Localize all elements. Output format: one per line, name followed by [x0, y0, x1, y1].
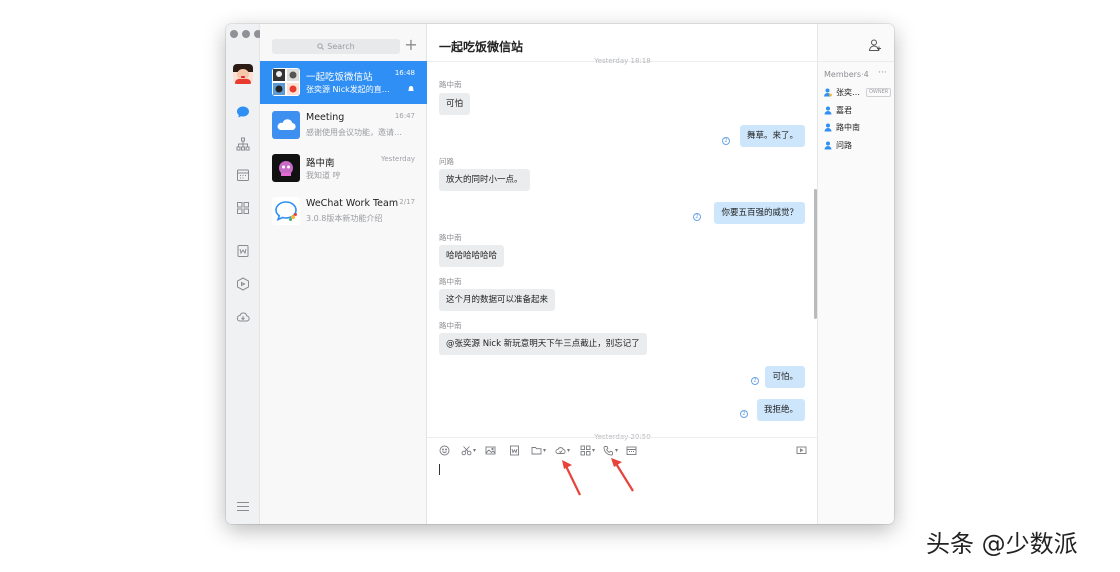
search-placeholder: Search	[327, 42, 355, 51]
meeting-avatar	[272, 111, 300, 139]
user-avatar[interactable]	[233, 64, 253, 84]
conversation-time: 2/17	[399, 198, 415, 206]
read-count-icon[interactable]: 2	[740, 410, 748, 418]
apps-icon[interactable]: ▾	[580, 444, 595, 456]
cloud-drive-icon[interactable]	[235, 309, 251, 325]
conversation-item[interactable]: WeChat Work Team 2/17 3.0.8版本新功能介绍	[260, 190, 427, 233]
person-icon	[824, 106, 832, 114]
members-more-button[interactable]: ···	[878, 68, 887, 78]
chat-panel: 一起吃饭微信站 Yesterday 18:18 路中南 可怕 2 舞草。来了。 …	[427, 24, 818, 524]
day-separator: Yesterday 18:18	[594, 57, 651, 65]
message-bubble-incoming[interactable]: 可怕	[439, 93, 471, 115]
conversation-item[interactable]: Meeting 16:47 感谢使用会议功能，邀请…	[260, 104, 427, 147]
message-bubble-outgoing[interactable]: 舞草。来了。	[739, 125, 805, 147]
apps-grid-icon[interactable]	[235, 200, 251, 216]
message-sender: 路中南	[439, 277, 462, 286]
member-item[interactable]: 嘉君	[824, 104, 852, 116]
message-sender: 路中南	[439, 80, 462, 89]
annotation-arrow-icon	[562, 460, 581, 496]
contact-avatar	[272, 154, 300, 182]
app-window: Search + 一起吃饭微信站 16:48 张奕源 Nick发起的直… Mee…	[226, 24, 894, 524]
owner-person-icon	[824, 88, 832, 96]
message-sender: 路中南	[439, 233, 462, 242]
conversation-name: Meeting	[306, 112, 345, 123]
chat-scrollbar[interactable]	[814, 189, 817, 319]
message-bubble-outgoing[interactable]: 我拒绝。	[756, 399, 805, 421]
member-name: 嘉君	[836, 105, 852, 115]
conversation-time: Yesterday	[381, 155, 415, 163]
conversation-item[interactable]: 一起吃饭微信站 16:48 张奕源 Nick发起的直…	[260, 61, 427, 104]
message-bubble-incoming[interactable]: @张奕源 Nick 新玩意明天下午三点截止，别忘记了	[439, 333, 647, 355]
screen-share-icon[interactable]	[796, 444, 807, 456]
read-count-icon[interactable]: 2	[693, 213, 701, 221]
message-bubble-incoming[interactable]: 哈哈哈哈哈哈	[439, 245, 505, 267]
header-divider	[818, 61, 894, 62]
message-bubble-incoming[interactable]: 这个月的数据可以准备起来	[439, 289, 556, 311]
read-count-icon[interactable]: 2	[751, 377, 759, 385]
add-member-icon[interactable]	[868, 38, 882, 52]
owner-badge: OWNER	[866, 87, 892, 97]
conversation-name: 路中南	[306, 158, 335, 169]
window-controls	[230, 30, 262, 38]
message-sender: 问路	[439, 157, 454, 166]
nav-rail	[226, 24, 262, 524]
cube-icon[interactable]	[235, 276, 251, 292]
conversation-preview: 感谢使用会议功能，邀请…	[306, 128, 402, 137]
add-conversation-button[interactable]: +	[404, 36, 418, 54]
conversation-list: Search + 一起吃饭微信站 16:48 张奕源 Nick发起的直… Mee…	[260, 24, 427, 524]
conversation-preview: 张奕源 Nick发起的直…	[306, 85, 390, 94]
minimize-window-button[interactable]	[242, 30, 250, 38]
hamburger-icon[interactable]	[237, 502, 249, 511]
scissors-icon[interactable]: ▾	[461, 444, 476, 456]
member-item[interactable]: 张奕… OWNER	[824, 86, 892, 98]
calendar-icon[interactable]	[235, 167, 251, 183]
member-name: 路中南	[836, 122, 860, 132]
members-panel: Members·4 ··· 张奕… OWNER 嘉君 路中南 问路	[818, 24, 894, 524]
conversation-name: WeChat Work Team	[306, 198, 399, 209]
member-item[interactable]: 问路	[824, 139, 852, 151]
emoji-icon[interactable]	[439, 444, 450, 456]
search-icon	[317, 43, 325, 50]
message-bubble-outgoing[interactable]: 可怕。	[765, 366, 805, 388]
person-icon	[824, 141, 832, 149]
cloud-icon[interactable]: ▾	[555, 444, 570, 456]
read-count-icon[interactable]: 2	[722, 137, 730, 145]
annotation-arrow-icon	[611, 458, 634, 492]
conversation-time: 16:48	[394, 69, 415, 77]
image-icon[interactable]	[485, 444, 496, 456]
message-input-cursor[interactable]	[439, 464, 440, 475]
conversation-preview: 我知道 哼	[306, 171, 341, 180]
conversation-item[interactable]: 路中南 Yesterday 我知道 哼	[260, 147, 427, 190]
message-bubble-outgoing[interactable]: 你要五百强的威觉？	[714, 202, 805, 224]
conversation-name: 一起吃饭微信站	[306, 72, 373, 83]
org-chart-icon[interactable]	[235, 136, 251, 152]
close-window-button[interactable]	[230, 30, 238, 38]
group-avatar	[272, 68, 300, 96]
conversation-time: 16:47	[394, 112, 415, 120]
member-name: 张奕…	[836, 87, 860, 97]
chat-title: 一起吃饭微信站	[439, 40, 524, 54]
mute-bell-icon	[408, 86, 414, 92]
document-icon[interactable]	[235, 243, 251, 259]
folder-icon[interactable]: ▾	[531, 444, 546, 456]
toolbar-divider	[427, 437, 818, 438]
phone-icon[interactable]: ▾	[603, 444, 618, 456]
conversation-preview: 3.0.8版本新功能介绍	[306, 214, 383, 223]
message-bubble-incoming[interactable]: 放大的同时小一点。	[439, 169, 530, 191]
member-name: 问路	[836, 140, 852, 150]
wechat-work-avatar	[272, 197, 300, 225]
member-item[interactable]: 路中南	[824, 121, 860, 133]
members-count-label: Members·4	[824, 70, 869, 79]
person-icon	[824, 123, 832, 131]
calendar-card-icon[interactable]	[626, 444, 637, 456]
watermark: 头条 @少数派	[926, 530, 1078, 558]
word-doc-icon[interactable]	[509, 444, 520, 456]
search-input[interactable]: Search	[272, 39, 400, 54]
message-sender: 路中南	[439, 321, 462, 330]
chat-icon[interactable]	[235, 104, 251, 120]
